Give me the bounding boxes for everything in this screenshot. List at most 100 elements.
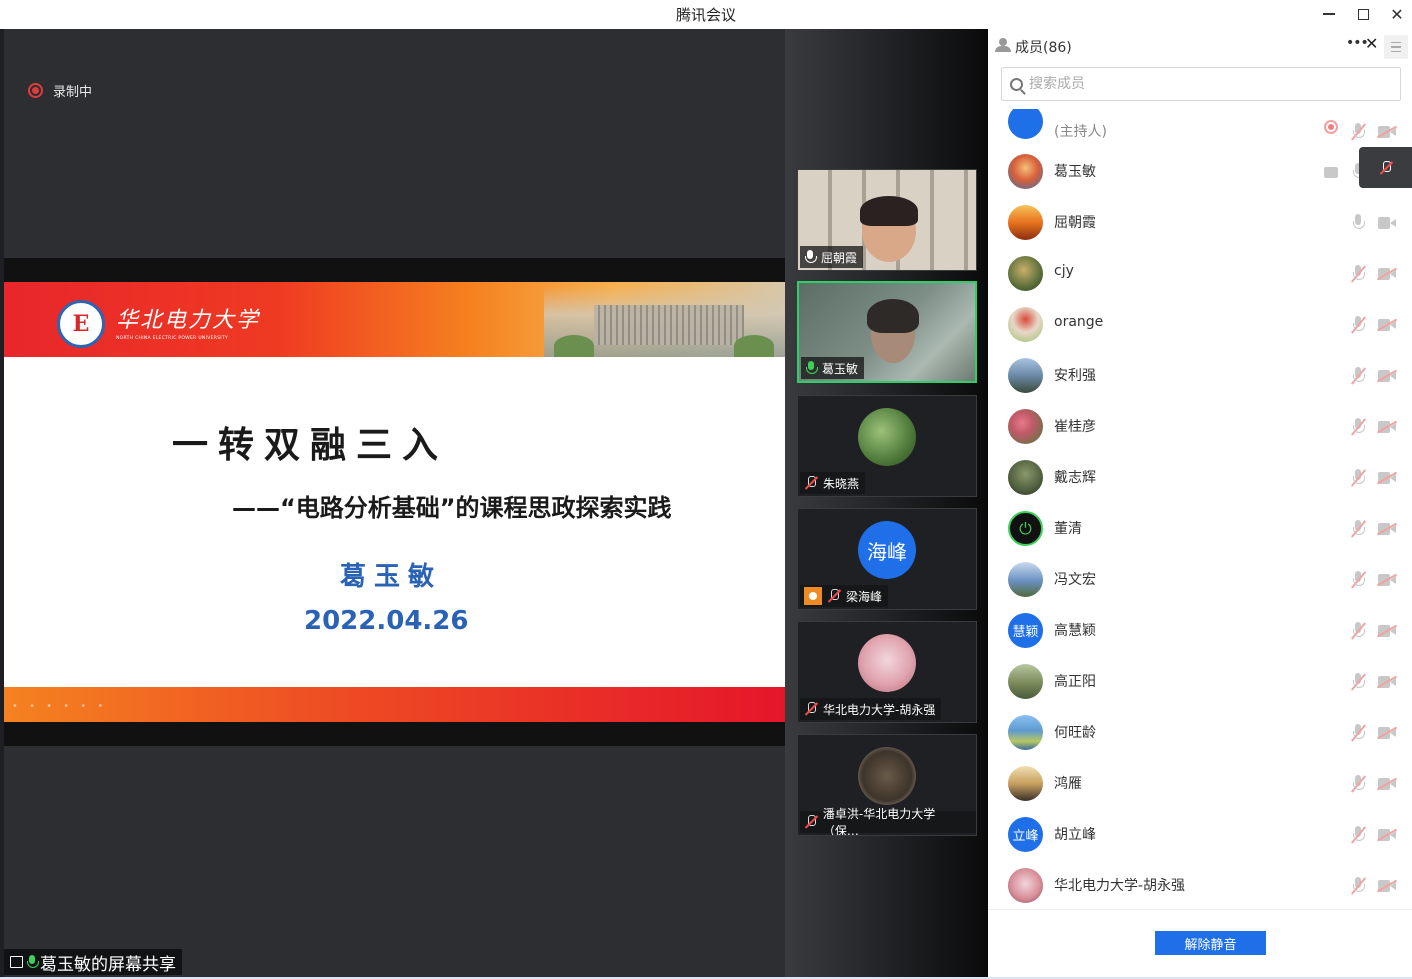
camera-off-icon[interactable] xyxy=(1376,573,1398,587)
avatar xyxy=(858,408,916,466)
menu-button[interactable] xyxy=(1384,35,1408,59)
member-list[interactable]: (主持人) 葛玉敏 屈朝霞 cjy orange 安利强 崔桂彦 戴志辉 ⏻ 董… xyxy=(988,109,1412,909)
member-row[interactable]: cjy xyxy=(988,248,1412,298)
mic-muted-icon xyxy=(804,476,818,490)
member-row[interactable]: orange xyxy=(988,299,1412,349)
member-row[interactable]: 华北电力大学-胡永强 xyxy=(988,860,1412,909)
shared-screen: E 华北电力大学 NORTH CHINA ELECTRIC POWER UNIV… xyxy=(4,258,785,746)
mic-muted-icon[interactable] xyxy=(1350,571,1367,589)
mic-muted-icon[interactable] xyxy=(1350,316,1367,334)
member-search-input[interactable] xyxy=(1029,76,1369,92)
mic-muted-icon[interactable] xyxy=(1350,622,1367,640)
mic-muted-icon[interactable] xyxy=(1350,265,1367,283)
screen-share-name: 葛玉敏的屏幕共享 xyxy=(40,954,176,975)
camera-icon[interactable] xyxy=(1378,217,1396,229)
unmute-all-button[interactable]: 解除静音 xyxy=(1155,931,1266,955)
mic-muted-icon[interactable] xyxy=(1350,469,1367,487)
mic-muted-icon xyxy=(804,702,818,716)
minimize-button[interactable] xyxy=(1312,2,1346,26)
avatar: ⏻ xyxy=(1008,511,1043,546)
camera-off-icon[interactable] xyxy=(1376,318,1398,332)
main-stage: 录制中 E 华北电力大学 NORTH CHINA ELECTRIC POWER … xyxy=(4,29,785,977)
slide-subtitle: ——“电路分析基础”的课程思政探索实践 xyxy=(232,494,672,522)
member-row[interactable]: 葛玉敏 xyxy=(988,146,1412,196)
mic-muted-icon[interactable] xyxy=(1350,877,1367,895)
window-title: 腾讯会议 xyxy=(675,6,736,24)
camera-off-icon[interactable] xyxy=(1376,369,1398,383)
camera-off-icon[interactable] xyxy=(1376,471,1398,485)
mic-icon[interactable] xyxy=(1350,214,1366,232)
mic-muted-icon xyxy=(804,815,818,829)
member-name: 崔桂彦 xyxy=(1054,419,1096,435)
close-window-button[interactable]: ✕ xyxy=(1380,2,1412,26)
campus-image xyxy=(544,286,785,357)
member-row[interactable]: 慧颖 高慧颖 xyxy=(988,605,1412,655)
camera-off-icon[interactable] xyxy=(1376,624,1398,638)
mic-muted-icon[interactable] xyxy=(1350,775,1367,793)
member-name: cjy xyxy=(1054,263,1074,279)
mic-muted-icon xyxy=(827,589,841,603)
member-name: 华北电力大学-胡永强 xyxy=(1054,878,1186,894)
member-row[interactable]: 冯文宏 xyxy=(988,554,1412,604)
mic-muted-icon[interactable] xyxy=(1350,418,1367,436)
avatar xyxy=(1008,460,1043,495)
mic-muted-icon[interactable] xyxy=(1350,367,1367,385)
user-icon xyxy=(804,587,822,605)
camera-off-icon[interactable] xyxy=(1376,726,1398,740)
camera-off-icon[interactable] xyxy=(1376,675,1398,689)
member-name: 安利强 xyxy=(1054,368,1096,384)
members-title: 成员(86) xyxy=(1015,40,1072,56)
screen-share-icon xyxy=(1324,167,1338,178)
member-row[interactable]: ⏻ 董清 xyxy=(988,503,1412,553)
camera-off-icon[interactable] xyxy=(1376,267,1398,281)
camera-off-icon[interactable] xyxy=(1376,522,1398,536)
mic-muted-icon[interactable] xyxy=(1350,826,1367,844)
camera-off-icon[interactable] xyxy=(1376,879,1398,893)
video-tile-active-speaker[interactable]: 葛玉敏 xyxy=(797,281,977,383)
avatar xyxy=(1008,664,1043,699)
avatar xyxy=(1008,358,1043,393)
slide-title: 一转双融三入 xyxy=(172,425,449,466)
member-search-box[interactable] xyxy=(1001,67,1401,101)
member-name: 高慧颖 xyxy=(1054,623,1096,639)
video-tile[interactable]: 海峰 梁海峰 xyxy=(797,508,977,610)
mic-muted-icon[interactable] xyxy=(1350,520,1367,538)
camera-off-icon[interactable] xyxy=(1376,777,1398,791)
record-icon xyxy=(28,83,43,98)
slide-header-banner: E 华北电力大学 NORTH CHINA ELECTRIC POWER UNIV… xyxy=(4,282,785,357)
tile-name: 华北电力大学-胡永强 xyxy=(823,702,936,717)
video-tile[interactable]: 屈朝霞 xyxy=(797,169,977,271)
member-row[interactable]: 鸿雁 xyxy=(988,758,1412,808)
member-row[interactable]: 戴志辉 xyxy=(988,452,1412,502)
mic-muted-icon[interactable] xyxy=(1350,673,1367,691)
mute-member-button[interactable] xyxy=(1359,147,1412,188)
member-row[interactable]: 何旺龄 xyxy=(988,707,1412,757)
member-name: 胡立峰 xyxy=(1054,827,1096,843)
maximize-icon xyxy=(1357,8,1369,20)
video-tile[interactable]: 华北电力大学-胡永强 xyxy=(797,621,977,723)
maximize-button[interactable] xyxy=(1346,2,1380,26)
tile-name-bar: 屈朝霞 xyxy=(800,246,864,268)
member-row[interactable]: 崔桂彦 xyxy=(988,401,1412,451)
close-icon: ✕ xyxy=(1390,4,1404,24)
university-name: 华北电力大学 xyxy=(116,308,261,333)
video-tile[interactable]: 朱晓燕 xyxy=(797,395,977,497)
video-tile[interactable]: 潘卓洪-华北电力大学（保… xyxy=(797,734,977,836)
member-row[interactable]: 高正阳 xyxy=(988,656,1412,706)
tile-name: 梁海峰 xyxy=(846,589,883,604)
recording-indicator: 录制中 xyxy=(28,81,92,100)
video-strip[interactable]: 屈朝霞 葛玉敏 朱晓燕 海峰 梁海峰 华北电力大学-胡永强 潘卓洪-华北电力大学… xyxy=(785,29,988,977)
avatar xyxy=(1008,409,1043,444)
member-row[interactable]: 立峰 胡立峰 xyxy=(988,809,1412,859)
close-panel-button[interactable]: ✕ xyxy=(1365,34,1378,53)
tile-name-bar: 朱晓燕 xyxy=(800,472,866,494)
person-icon xyxy=(995,38,1011,52)
member-name: (主持人) xyxy=(1054,124,1107,140)
mic-muted-icon[interactable] xyxy=(1350,724,1367,742)
camera-off-icon[interactable] xyxy=(1376,125,1398,139)
camera-off-icon[interactable] xyxy=(1376,828,1398,842)
member-row[interactable]: 屈朝霞 xyxy=(988,197,1412,247)
mic-muted-icon[interactable] xyxy=(1350,123,1367,141)
member-row[interactable]: 安利强 xyxy=(988,350,1412,400)
camera-off-icon[interactable] xyxy=(1376,420,1398,434)
